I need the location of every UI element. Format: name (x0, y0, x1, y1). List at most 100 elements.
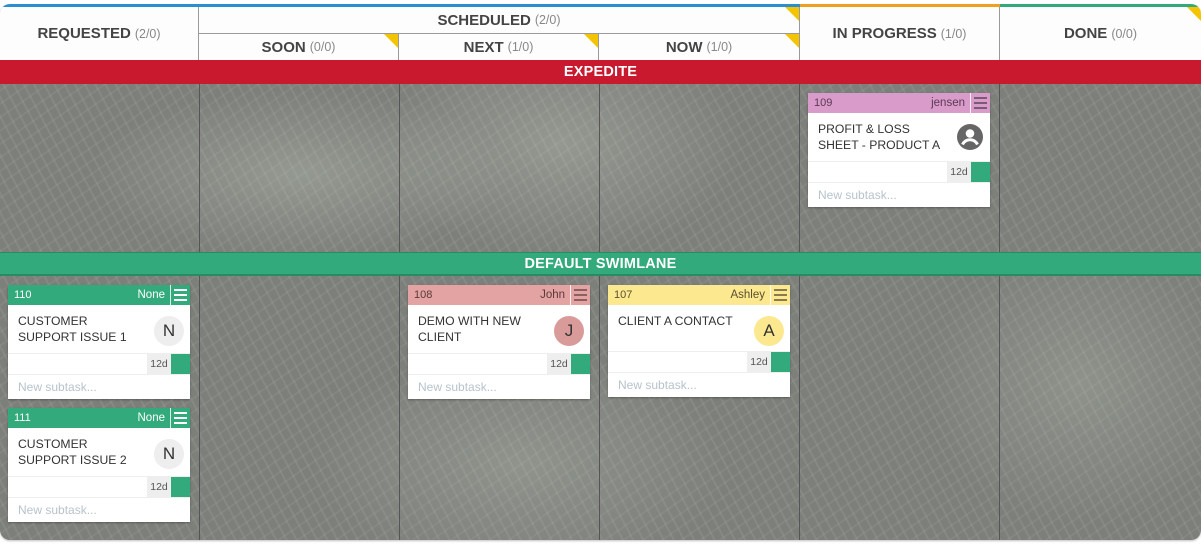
column-title: NOW (665, 38, 703, 56)
task-card-110[interactable]: 110 None CUSTOMER SUPPORT ISSUE 1 N 12d … (8, 285, 190, 399)
card-status-indicator[interactable] (971, 162, 990, 182)
card-status-indicator[interactable] (771, 352, 790, 372)
card-age: 12d (747, 352, 771, 372)
column-divider (999, 276, 1000, 540)
card-menu-icon[interactable] (970, 93, 990, 113)
column-title: IN PROGRESS (832, 25, 937, 42)
card-menu-icon[interactable] (170, 408, 190, 428)
column-header-in-progress[interactable]: IN PROGRESS (1/0) (800, 7, 1000, 60)
swimlane-title: DEFAULT SWIMLANE (524, 255, 677, 272)
column-count: (1/0) (507, 40, 534, 54)
wip-limit-corner-icon (1187, 7, 1201, 21)
new-subtask-input[interactable]: New subtask... (608, 373, 790, 397)
card-title: PROFIT & LOSS SHEET - PRODUCT A (818, 122, 941, 152)
column-title: SOON (261, 38, 306, 56)
card-menu-icon[interactable] (170, 285, 190, 305)
swimlane-expedite[interactable]: EXPEDITE (0, 60, 1201, 84)
card-body[interactable]: CUSTOMER SUPPORT ISSUE 2 N (8, 428, 190, 476)
swimlane-title: EXPEDITE (563, 64, 638, 80)
column-divider (199, 276, 200, 540)
board-header: REQUESTED (2/0) SCHEDULED (2/0) SOON (0/0) … (0, 4, 1201, 60)
card-id: 111 (14, 412, 31, 424)
task-card-108[interactable]: 108 John DEMO WITH NEW CLIENT J 12d New … (408, 285, 590, 399)
card-title: CLIENT A CONTACT (618, 314, 733, 328)
card-title: CUSTOMER SUPPORT ISSUE 1 (18, 314, 127, 344)
new-subtask-input[interactable]: New subtask... (408, 375, 590, 399)
card-header: 110 None (8, 285, 190, 305)
task-card-107[interactable]: 107 Ashley CLIENT A CONTACT A 12d New su… (608, 285, 790, 397)
column-divider (599, 84, 600, 252)
column-header-now[interactable]: NOW (1/0) (599, 34, 800, 60)
card-age: 12d (947, 162, 971, 182)
card-body[interactable]: CLIENT A CONTACT A (608, 305, 790, 351)
column-count: (2/0) (134, 26, 161, 41)
new-subtask-input[interactable]: New subtask... (8, 498, 190, 522)
kanban-board: REQUESTED (2/0) SCHEDULED (2/0) SOON (0/0) … (0, 4, 1201, 540)
card-header: 109 jensen (808, 93, 990, 113)
column-header-next[interactable]: NEXT (1/0) (399, 34, 599, 60)
new-subtask-input[interactable]: New subtask... (808, 183, 990, 207)
avatar[interactable]: N (154, 439, 184, 469)
new-subtask-input[interactable]: New subtask... (8, 375, 190, 399)
column-count: (1/0) (940, 26, 967, 41)
card-age: 12d (147, 477, 171, 497)
column-divider (399, 84, 400, 252)
card-title: CUSTOMER SUPPORT ISSUE 2 (18, 437, 127, 467)
card-body[interactable]: DEMO WITH NEW CLIENT J (408, 305, 590, 353)
wip-limit-corner-icon (785, 34, 799, 48)
card-meta: 12d (808, 161, 990, 183)
column-title: REQUESTED (37, 25, 131, 42)
card-body[interactable]: PROFIT & LOSS SHEET - PRODUCT A (808, 113, 990, 161)
column-header-requested[interactable]: REQUESTED (2/0) (0, 7, 199, 60)
column-header-soon[interactable]: SOON (0/0) (199, 34, 399, 60)
avatar[interactable]: J (554, 316, 584, 346)
card-age: 12d (147, 354, 171, 374)
card-header: 111 None (8, 408, 190, 428)
card-owner[interactable]: None (138, 289, 171, 301)
column-divider (799, 276, 800, 540)
column-count: (0/0) (1111, 26, 1138, 41)
card-status-indicator[interactable] (571, 354, 590, 374)
card-title: DEMO WITH NEW CLIENT (418, 314, 521, 344)
card-id: 108 (414, 289, 433, 301)
card-meta: 12d (8, 476, 190, 498)
card-menu-icon[interactable] (770, 285, 790, 305)
card-id: 107 (614, 289, 633, 301)
task-card-111[interactable]: 111 None CUSTOMER SUPPORT ISSUE 2 N 12d … (8, 408, 190, 522)
column-divider (599, 276, 600, 540)
avatar[interactable]: N (154, 316, 184, 346)
swimlane-default[interactable]: DEFAULT SWIMLANE (0, 252, 1201, 276)
column-divider (799, 84, 800, 252)
column-title: NEXT (463, 38, 504, 56)
wip-limit-corner-icon (785, 7, 799, 21)
avatar[interactable]: A (754, 316, 784, 346)
column-header-scheduled[interactable]: SCHEDULED (2/0) (199, 7, 800, 34)
column-divider (199, 84, 200, 252)
column-divider (399, 276, 400, 540)
column-header-done[interactable]: DONE (0/0) (1000, 7, 1201, 60)
card-menu-icon[interactable] (570, 285, 590, 305)
card-status-indicator[interactable] (171, 477, 190, 497)
card-owner[interactable]: John (540, 289, 570, 301)
card-status-indicator[interactable] (171, 354, 190, 374)
card-body[interactable]: CUSTOMER SUPPORT ISSUE 1 N (8, 305, 190, 353)
card-header: 108 John (408, 285, 590, 305)
column-count: (0/0) (309, 40, 336, 54)
card-meta: 12d (408, 353, 590, 375)
card-owner[interactable]: jensen (931, 97, 970, 109)
card-id: 109 (814, 97, 833, 109)
card-meta: 12d (8, 353, 190, 375)
card-owner[interactable]: None (138, 412, 171, 424)
wip-limit-corner-icon (584, 34, 598, 48)
column-divider (999, 84, 1000, 252)
column-title: SCHEDULED (437, 11, 531, 29)
task-card-109[interactable]: 109 jensen PROFIT & LOSS SHEET - PRODUCT… (808, 93, 990, 207)
card-header: 107 Ashley (608, 285, 790, 305)
user-icon[interactable] (956, 123, 984, 151)
column-count: (2/0) (534, 13, 561, 27)
wip-limit-corner-icon (384, 34, 398, 48)
column-title: DONE (1063, 25, 1108, 42)
card-id: 110 (14, 289, 32, 301)
card-owner[interactable]: Ashley (730, 289, 770, 301)
card-meta: 12d (608, 351, 790, 373)
